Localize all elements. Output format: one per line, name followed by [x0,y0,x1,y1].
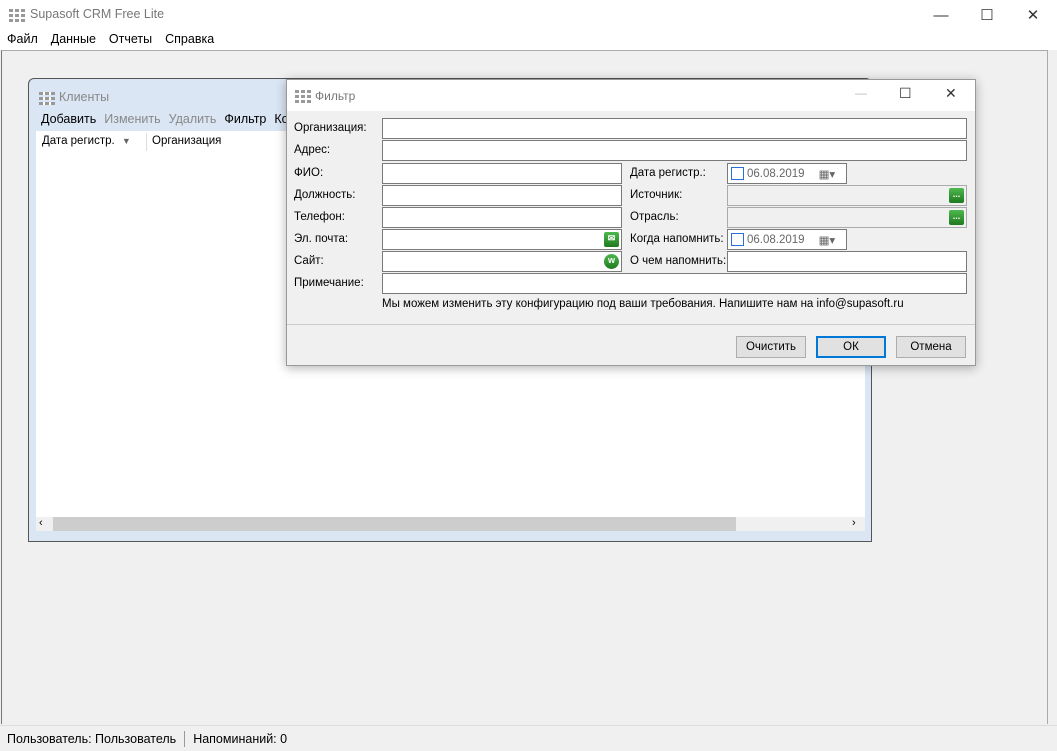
ok-button[interactable]: ОК [816,336,886,358]
delete-button[interactable]: Удалить [169,112,217,126]
filter-title-bar: Фильтр — ☐ ✕ [287,80,975,111]
status-reminders: Напоминаний: 0 [193,731,288,746]
note-label: Примечание: [294,277,364,289]
menu-data[interactable]: Данные [51,30,102,50]
filter-dialog: Фильтр — ☐ ✕ Организация: Адрес: ФИО: До… [286,79,976,366]
clear-button[interactable]: Очистить [736,336,806,358]
phone-input[interactable] [382,207,622,228]
remind-what-label: О чем напомнить: [630,255,727,267]
minimize-button[interactable]: — [918,0,964,30]
reg-date-checkbox[interactable] [731,167,744,180]
filter-grid-icon [295,89,311,103]
email-input[interactable]: ✉ [382,229,622,250]
status-user: Пользователь: Пользователь [7,731,177,746]
remind-date-picker[interactable]: 06.08.2019 ▦▾ [727,229,847,250]
app-grid-icon [9,8,25,22]
email-label: Эл. почта: [294,233,349,245]
position-label: Должность: [294,189,356,201]
source-input[interactable]: ... [727,185,967,206]
maximize-button[interactable]: ☐ [964,0,1010,30]
clients-grid-icon [39,91,55,105]
clients-toolbar: Добавить Изменить Удалить Фильтр Ко [41,112,289,126]
filter-minimize-button[interactable]: — [855,86,867,100]
industry-input[interactable]: ... [727,207,967,228]
mail-icon[interactable]: ✉ [604,232,619,247]
column-label: Дата регистр. [42,135,115,147]
edit-button[interactable]: Изменить [104,112,160,126]
filter-close-button[interactable]: ✕ [945,85,957,102]
app-title-bar: Supasoft CRM Free Lite — ☐ ✕ [0,0,1057,30]
source-browse-icon[interactable]: ... [949,188,964,203]
close-button[interactable]: ✕ [1010,0,1056,30]
divider [287,324,975,325]
source-label: Источник: [630,189,683,201]
calendar-dropdown-icon[interactable]: ▦▾ [819,167,836,181]
org-input[interactable] [382,118,967,139]
sort-down-icon: ▼ [121,136,131,146]
status-bar: Пользователь: Пользователь Напоминаний: … [0,725,1057,751]
address-input[interactable] [382,140,967,161]
industry-browse-icon[interactable]: ... [949,210,964,225]
note-input[interactable] [382,273,967,294]
menu-help[interactable]: Справка [165,30,220,50]
address-label: Адрес: [294,144,331,156]
phone-label: Телефон: [294,211,345,223]
horizontal-scrollbar[interactable]: ‹ › [36,517,865,531]
site-input[interactable]: w [382,251,622,272]
fio-input[interactable] [382,163,622,184]
menu-reports[interactable]: Отчеты [109,30,158,50]
mdi-right-edge [1047,50,1057,724]
add-button[interactable]: Добавить [41,112,96,126]
cancel-button[interactable]: Отмена [896,336,966,358]
fio-label: ФИО: [294,167,324,179]
filter-title: Фильтр [315,89,356,103]
calendar-dropdown-icon[interactable]: ▦▾ [819,233,836,247]
app-title: Supasoft CRM Free Lite [30,7,165,21]
column-header-organization[interactable]: Организация [152,135,221,147]
industry-label: Отрасль: [630,211,679,223]
site-label: Сайт: [294,255,324,267]
web-icon[interactable]: w [604,254,619,269]
reg-date-value: 06.08.2019 [747,167,805,180]
remind-what-input[interactable] [727,251,967,272]
status-divider [184,730,186,747]
column-header-reg-date[interactable]: Дата регистр. ▼ [42,135,131,147]
filter-button[interactable]: Фильтр [224,112,266,126]
scrollbar-thumb[interactable] [53,517,736,531]
remind-date-checkbox[interactable] [731,233,744,246]
menu-bar: Файл Данные Отчеты Справка [0,30,1057,50]
clients-title: Клиенты [59,90,110,104]
column-divider [146,133,147,151]
scroll-right-icon[interactable]: › [852,517,856,529]
scroll-left-icon[interactable]: ‹ [39,517,43,529]
filter-maximize-button[interactable]: ☐ [899,85,912,102]
remind-date-value: 06.08.2019 [747,233,805,246]
menu-file[interactable]: Файл [7,30,44,50]
remind-when-label: Когда напомнить: [630,233,724,245]
info-text: Мы можем изменить эту конфигурацию под в… [382,298,904,310]
org-label: Организация: [294,122,367,134]
position-input[interactable] [382,185,622,206]
reg-date-label: Дата регистр.: [630,167,706,179]
reg-date-picker[interactable]: 06.08.2019 ▦▾ [727,163,847,184]
